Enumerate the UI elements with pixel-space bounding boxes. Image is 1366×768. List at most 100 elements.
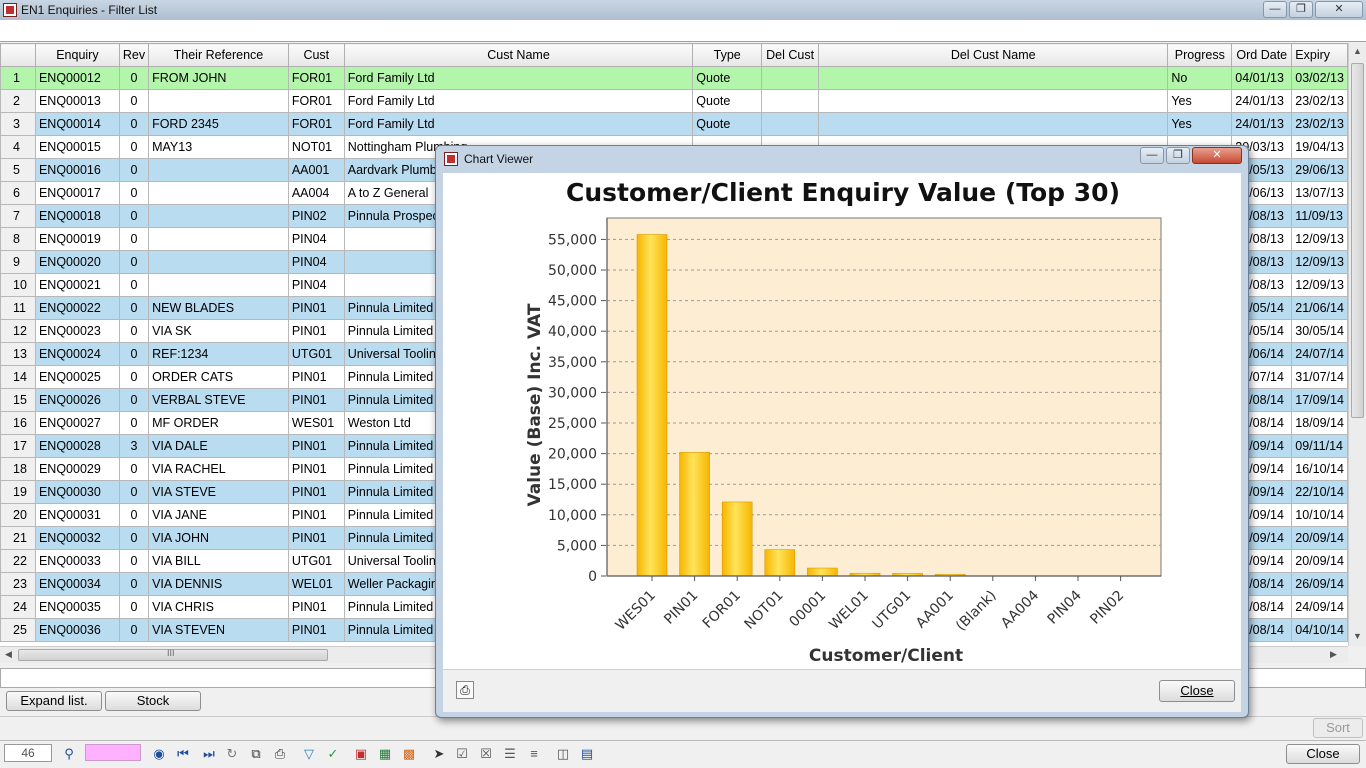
table-cell[interactable]: ENQ00026: [34, 388, 120, 412]
table-cell[interactable]: ENQ00024: [34, 342, 120, 366]
table-cell[interactable]: FROM JOHN: [148, 66, 289, 90]
pdf-export-icon[interactable]: ▣: [352, 745, 370, 763]
table-cell[interactable]: [148, 273, 289, 297]
table-cell[interactable]: FORD 2345: [148, 112, 289, 136]
table-cell[interactable]: 3: [118, 434, 150, 458]
column-header[interactable]: Enquiry: [34, 43, 120, 67]
table-cell[interactable]: REF:1234: [148, 342, 289, 366]
table-cell[interactable]: 19/04/13: [1291, 135, 1348, 159]
table-cell[interactable]: 0: [118, 549, 150, 573]
table-cell[interactable]: VIA DALE: [148, 434, 289, 458]
table-cell[interactable]: 0: [118, 89, 150, 113]
maximize-button[interactable]: ❐: [1289, 1, 1313, 18]
table-cell[interactable]: ENQ00020: [34, 250, 120, 274]
search-icon[interactable]: ⚲: [60, 745, 78, 763]
table-cell[interactable]: 0: [118, 480, 150, 504]
list-icon[interactable]: ☰: [501, 745, 519, 763]
table-cell[interactable]: No: [1167, 66, 1233, 90]
table-cell[interactable]: 24/01/13: [1231, 112, 1293, 136]
table-cell[interactable]: VIA STEVE: [148, 480, 289, 504]
select-all-icon[interactable]: ☑: [453, 745, 471, 763]
column-header[interactable]: Progress: [1167, 43, 1233, 67]
table-cell[interactable]: [818, 66, 1169, 90]
table-cell[interactable]: VIA BILL: [148, 549, 289, 573]
table-cell[interactable]: Quote: [692, 89, 763, 113]
table-cell[interactable]: WES01: [287, 411, 345, 435]
table-cell[interactable]: Ford Family Ltd: [343, 89, 694, 113]
window-close-button[interactable]: ✕: [1315, 1, 1363, 18]
print-icon[interactable]: ⎙: [271, 745, 289, 763]
refresh-icon[interactable]: ↻: [223, 745, 241, 763]
table-cell[interactable]: ENQ00012: [34, 66, 120, 90]
table-cell[interactable]: 0: [118, 204, 150, 228]
table-cell[interactable]: [761, 89, 820, 113]
table-cell[interactable]: Yes: [1167, 89, 1233, 113]
table-cell[interactable]: 12/09/13: [1291, 273, 1348, 297]
table-cell[interactable]: 0: [118, 135, 150, 159]
minimize-button[interactable]: —: [1263, 1, 1287, 18]
table-cell[interactable]: 03/02/13: [1291, 66, 1348, 90]
table-cell[interactable]: 23/02/13: [1291, 89, 1348, 113]
table-cell[interactable]: 0: [118, 572, 150, 596]
table-cell[interactable]: 18/09/14: [1291, 411, 1348, 435]
scroll-down-icon[interactable]: ▼: [1353, 631, 1362, 641]
table-cell[interactable]: VIA RACHEL: [148, 457, 289, 481]
sort-button[interactable]: Sort: [1313, 718, 1363, 738]
table-cell[interactable]: 0: [118, 227, 150, 251]
table-row[interactable]: 2 ENQ00013 0 FOR01 Ford Family Ltd Quote Yes 24…: [0, 89, 1348, 113]
table-cell[interactable]: PIN01: [287, 618, 345, 642]
table-cell[interactable]: 0: [118, 526, 150, 550]
scroll-right-icon[interactable]: ▶: [1330, 649, 1337, 660]
table-cell[interactable]: 0: [118, 342, 150, 366]
table-cell[interactable]: PIN01: [287, 526, 345, 550]
dialog-close-x-button[interactable]: ✕: [1192, 147, 1242, 164]
sort-lines-icon[interactable]: ≡: [525, 745, 543, 763]
dialog-maximize-button[interactable]: ❐: [1166, 147, 1190, 164]
table-cell[interactable]: 0: [118, 112, 150, 136]
table-cell[interactable]: ENQ00025: [34, 365, 120, 389]
table-cell[interactable]: FOR01: [287, 66, 345, 90]
table-cell[interactable]: UTG01: [287, 342, 345, 366]
column-header[interactable]: Type: [692, 43, 763, 67]
table-cell[interactable]: ENQ00036: [34, 618, 120, 642]
table-cell[interactable]: 24/01/13: [1231, 89, 1293, 113]
table-cell[interactable]: PIN02: [287, 204, 345, 228]
table-cell[interactable]: VERBAL STEVE: [148, 388, 289, 412]
table-cell[interactable]: 0: [118, 273, 150, 297]
table-cell[interactable]: ENQ00033: [34, 549, 120, 573]
horizontal-scroll-thumb[interactable]: III: [18, 648, 328, 661]
table-cell[interactable]: MF ORDER: [148, 411, 289, 435]
table-cell[interactable]: 12/09/13: [1291, 250, 1348, 274]
table-cell[interactable]: VIA SK: [148, 319, 289, 343]
first-record-icon[interactable]: ⏮: [174, 745, 192, 763]
table-cell[interactable]: 20/09/14: [1291, 526, 1348, 550]
table-cell[interactable]: 31/07/14: [1291, 365, 1348, 389]
table-cell[interactable]: 24/09/14: [1291, 595, 1348, 619]
table-cell[interactable]: ENQ00016: [34, 158, 120, 182]
table-cell[interactable]: [818, 89, 1169, 113]
column-header[interactable]: Cust: [287, 43, 345, 67]
filter-input[interactable]: [0, 20, 1366, 42]
column-header[interactable]: Their Reference: [148, 43, 289, 67]
layout-icon[interactable]: ▤: [578, 745, 596, 763]
copy-icon[interactable]: ⧉: [247, 745, 265, 763]
table-cell[interactable]: 04/01/13: [1231, 66, 1293, 90]
table-cell[interactable]: PIN04: [287, 250, 345, 274]
table-cell[interactable]: PIN01: [287, 319, 345, 343]
table-cell[interactable]: 09/11/14: [1291, 434, 1348, 458]
table-cell[interactable]: AA001: [287, 158, 345, 182]
table-cell[interactable]: FOR01: [287, 89, 345, 113]
table-cell[interactable]: ENQ00022: [34, 296, 120, 320]
table-cell[interactable]: 0: [118, 365, 150, 389]
table-cell[interactable]: ENQ00013: [34, 89, 120, 113]
table-cell[interactable]: Ford Family Ltd: [343, 112, 694, 136]
column-header[interactable]: Del Cust Name: [818, 43, 1169, 67]
table-cell[interactable]: 0: [118, 595, 150, 619]
table-cell[interactable]: NEW BLADES: [148, 296, 289, 320]
table-cell[interactable]: ENQ00031: [34, 503, 120, 527]
table-cell[interactable]: ENQ00034: [34, 572, 120, 596]
table-cell[interactable]: ENQ00023: [34, 319, 120, 343]
table-cell[interactable]: 23/02/13: [1291, 112, 1348, 136]
table-cell[interactable]: 04/10/14: [1291, 618, 1348, 642]
table-cell[interactable]: ENQ00029: [34, 457, 120, 481]
